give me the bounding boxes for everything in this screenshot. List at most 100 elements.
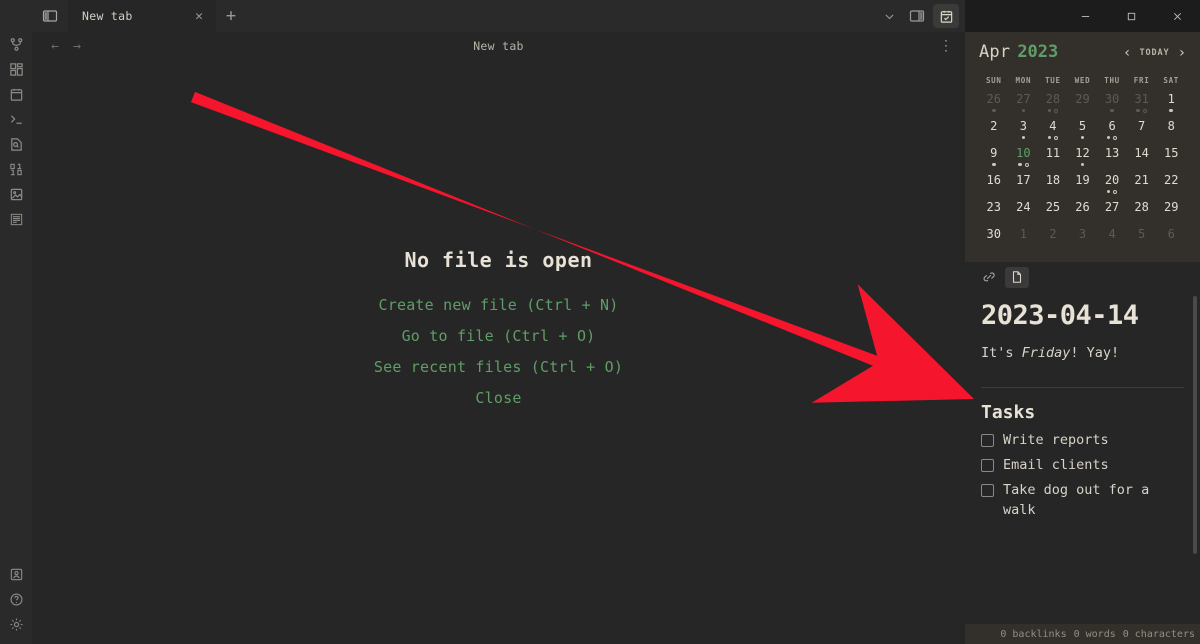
left-icon-rail [0, 0, 32, 644]
calendar-day[interactable]: 10 [1009, 146, 1039, 173]
event-dot-filled-icon [1080, 162, 1085, 167]
tab-label: New tab [82, 9, 133, 23]
back-button[interactable]: ← [44, 35, 66, 57]
calendar-day[interactable]: 28 [1127, 200, 1157, 227]
calendar-check-icon[interactable] [933, 4, 959, 28]
calendar-day[interactable]: 31 [1127, 92, 1157, 119]
calendar-day[interactable]: 23 [979, 200, 1009, 227]
status-item: 0 words [1073, 628, 1116, 640]
calendar-day[interactable]: 30 [979, 227, 1009, 254]
calendar-day[interactable]: 4 [1038, 119, 1068, 146]
calendar-day[interactable]: 20 [1097, 173, 1127, 200]
calendar-day[interactable]: 8 [1156, 119, 1186, 146]
minimize-button[interactable] [1062, 0, 1108, 32]
calendar-day[interactable]: 13 [1097, 146, 1127, 173]
tasks-heading: Tasks [981, 402, 1036, 424]
create-new-file-link[interactable]: Create new file (Ctrl + N) [379, 296, 619, 314]
more-options-icon[interactable]: ⋮ [939, 39, 953, 53]
task-checkbox[interactable] [981, 459, 994, 473]
task-item[interactable]: Write reports [981, 431, 1184, 451]
close-icon[interactable]: ✕ [190, 7, 208, 25]
calendar-day[interactable]: 5 [1127, 227, 1157, 254]
note-content[interactable]: 2023-04-14 It's Friday! Yay! Tasks Write… [965, 292, 1200, 624]
calendar-day[interactable]: 19 [1068, 173, 1098, 200]
file-icon[interactable] [1005, 266, 1029, 288]
calendar-today-button[interactable]: TODAY [1139, 48, 1169, 58]
go-to-file-link[interactable]: Go to file (Ctrl + O) [402, 327, 596, 345]
task-checkbox[interactable] [981, 434, 994, 448]
calendar-day[interactable]: 6 [1097, 119, 1127, 146]
calendar-day[interactable]: 7 [1127, 119, 1157, 146]
calendar-day[interactable]: 30 [1097, 92, 1127, 119]
account-icon[interactable] [4, 562, 28, 586]
calendar-day[interactable]: 1 [1156, 92, 1186, 119]
image-icon[interactable] [4, 182, 28, 206]
close-window-button[interactable] [1154, 0, 1200, 32]
terminal-icon[interactable] [4, 107, 28, 131]
binary-code-icon[interactable] [4, 157, 28, 181]
calendar-weekday: THU [1104, 76, 1120, 85]
calendar-day[interactable]: 9 [979, 146, 1009, 173]
calendar-day[interactable]: 16 [979, 173, 1009, 200]
calendar-day[interactable]: 22 [1156, 173, 1186, 200]
calendar-prev-button[interactable]: ‹ [1123, 46, 1131, 60]
calendar-day[interactable]: 12 [1068, 146, 1098, 173]
calendar-next-button[interactable]: › [1178, 46, 1186, 60]
document-lines-icon[interactable] [4, 207, 28, 231]
forward-button[interactable]: → [66, 35, 88, 57]
new-tab-button[interactable]: + [216, 0, 246, 32]
note-scrollbar[interactable] [1193, 296, 1197, 554]
task-checkbox[interactable] [981, 484, 994, 498]
view-title: New tab [473, 39, 524, 53]
calendar-day[interactable]: 15 [1156, 146, 1186, 173]
calendar-day[interactable]: 1 [1009, 227, 1039, 254]
calendar-day[interactable]: 29 [1156, 200, 1186, 227]
backlinks-icon[interactable] [977, 267, 1001, 288]
calendar-day[interactable]: 2 [1038, 227, 1068, 254]
calendar-day[interactable]: 11 [1038, 146, 1068, 173]
calendar-day[interactable]: 3 [1009, 119, 1039, 146]
calendar-day[interactable]: 26 [1068, 200, 1098, 227]
settings-gear-icon[interactable] [4, 612, 28, 636]
tab-new-tab[interactable]: New tab ✕ [68, 0, 216, 32]
calendar-day[interactable]: 26 [979, 92, 1009, 119]
left-sidebar-toggle-icon[interactable] [32, 0, 68, 32]
calendar-day-number: 27 [1104, 200, 1120, 214]
calendar-day-number: 4 [1049, 119, 1057, 133]
calendar-day[interactable]: 27 [1097, 200, 1127, 227]
git-branch-icon[interactable] [4, 32, 28, 56]
apps-grid-icon[interactable] [4, 57, 28, 81]
task-item[interactable]: Email clients [981, 456, 1184, 476]
calendar-day-number: 15 [1163, 146, 1179, 160]
right-sidebar-toggle-icon[interactable] [903, 0, 931, 32]
help-icon[interactable] [4, 587, 28, 611]
calendar-weekday: SAT [1163, 76, 1180, 85]
calendar-day[interactable]: 18 [1038, 173, 1068, 200]
task-item[interactable]: Take dog out for a walk [981, 481, 1184, 521]
calendar-day-dots [1021, 107, 1026, 114]
maximize-button[interactable] [1108, 0, 1154, 32]
calendar-day[interactable]: 17 [1009, 173, 1039, 200]
calendar-day[interactable]: 25 [1038, 200, 1068, 227]
view-header: ← → New tab ⋮ [32, 32, 965, 60]
calendar-day-number: 2 [1049, 227, 1057, 241]
see-recent-files-link[interactable]: See recent files (Ctrl + O) [374, 358, 623, 376]
calendar-day[interactable]: 14 [1127, 146, 1157, 173]
calendar-day[interactable]: 5 [1068, 119, 1098, 146]
calendar-day[interactable]: 27 [1009, 92, 1039, 119]
calendar-day[interactable]: 6 [1156, 227, 1186, 254]
calendar-day[interactable]: 4 [1097, 227, 1127, 254]
file-search-icon[interactable] [4, 132, 28, 156]
calendar-day[interactable]: 24 [1009, 200, 1039, 227]
close-link[interactable]: Close [475, 389, 521, 407]
calendar-day[interactable]: 28 [1038, 92, 1068, 119]
calendar-day-dots [1106, 188, 1118, 195]
calendar-icon[interactable] [4, 82, 28, 106]
calendar-day[interactable]: 29 [1068, 92, 1098, 119]
calendar-weekday: WED [1074, 76, 1091, 85]
chevron-down-icon[interactable] [875, 0, 903, 32]
calendar-day[interactable]: 21 [1127, 173, 1157, 200]
tasks-list: Write reports Email clients Take dog out f… [981, 431, 1184, 521]
calendar-day[interactable]: 2 [979, 119, 1009, 146]
calendar-day[interactable]: 3 [1068, 227, 1098, 254]
